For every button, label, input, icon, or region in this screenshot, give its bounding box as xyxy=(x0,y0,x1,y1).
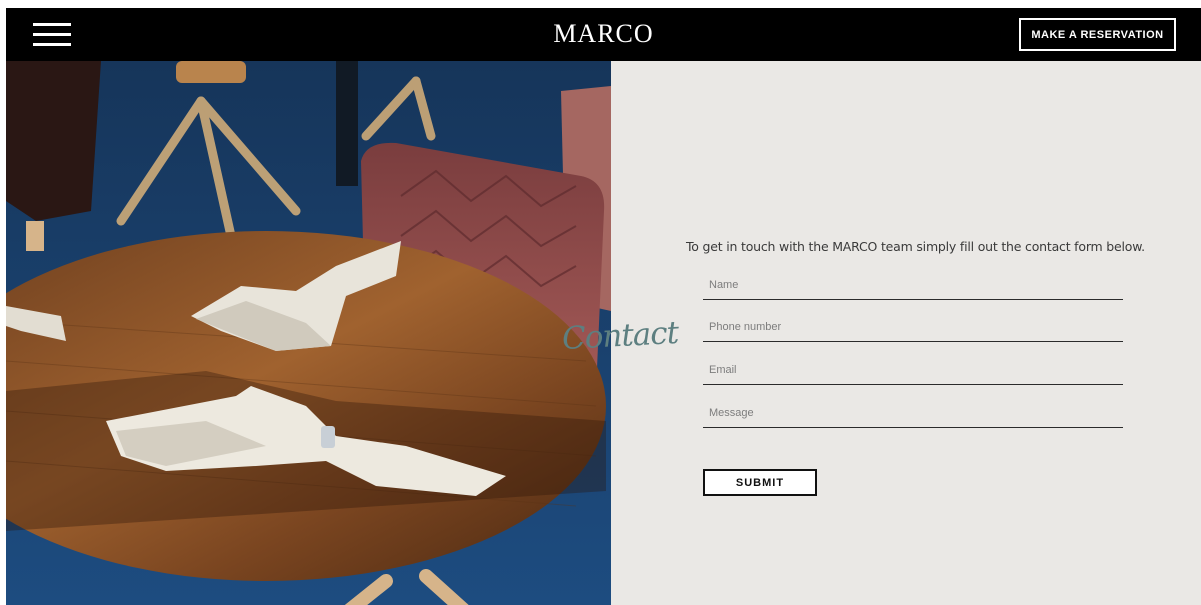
hamburger-line xyxy=(33,33,71,36)
hamburger-menu-icon[interactable] xyxy=(33,23,71,46)
contact-form-panel: To get in touch with the MARCO team simp… xyxy=(611,61,1201,605)
top-navigation-bar: MARCO MAKE A RESERVATION xyxy=(6,8,1201,61)
hamburger-line xyxy=(33,23,71,26)
name-field[interactable] xyxy=(703,270,1123,300)
email-field[interactable] xyxy=(703,355,1123,385)
contact-intro-text: To get in touch with the MARCO team simp… xyxy=(686,239,1145,254)
table-photo-illustration xyxy=(6,61,611,605)
phone-number-field[interactable] xyxy=(703,312,1123,342)
page: MARCO MAKE A RESERVATION To get in touch… xyxy=(6,8,1201,605)
submit-button[interactable]: SUBMIT xyxy=(703,469,817,496)
restaurant-table-photo xyxy=(6,61,611,605)
message-input[interactable] xyxy=(703,398,1123,427)
make-reservation-button[interactable]: MAKE A RESERVATION xyxy=(1019,18,1176,51)
email-input[interactable] xyxy=(703,355,1123,384)
phone-number-input[interactable] xyxy=(703,312,1123,341)
message-field[interactable] xyxy=(703,398,1123,428)
name-input[interactable] xyxy=(703,270,1123,299)
hamburger-line xyxy=(33,43,71,46)
